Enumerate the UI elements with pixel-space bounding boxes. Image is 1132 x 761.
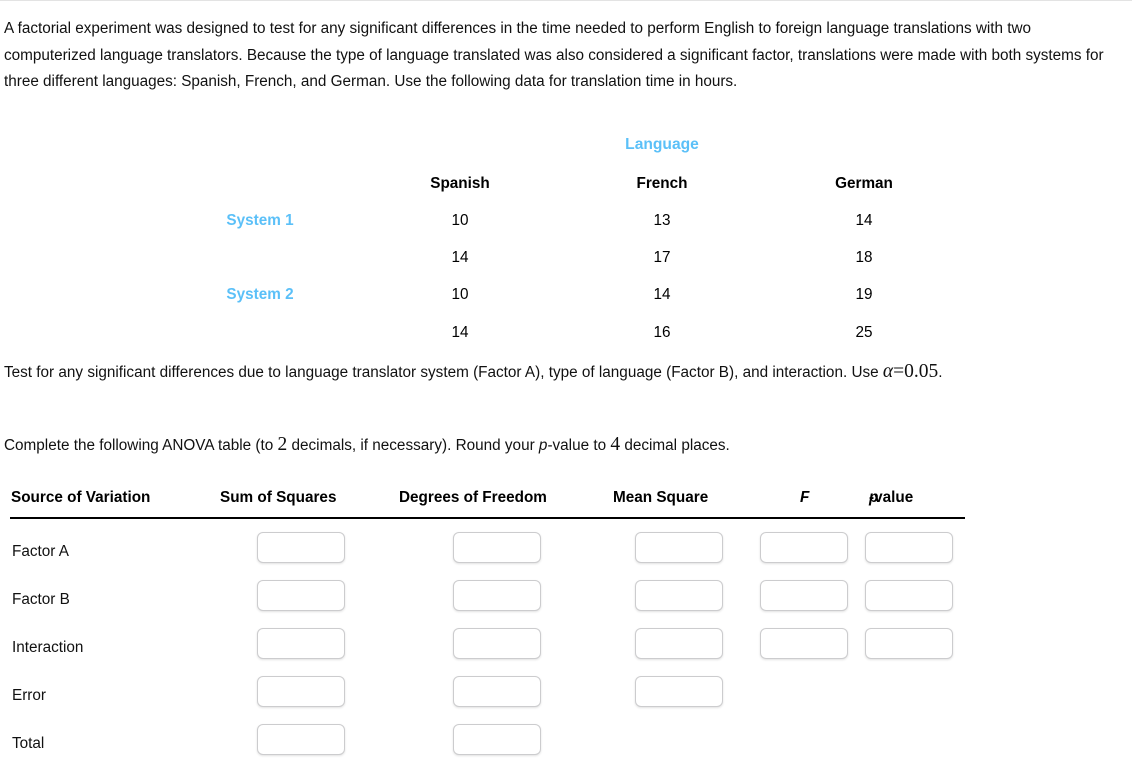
data-cell: 10 (451, 286, 469, 303)
test-instruction-line-2-prefix: interaction. Use (772, 364, 883, 381)
table-row: Total (0, 713, 1000, 761)
data-cell: 16 (653, 324, 671, 341)
row-label-factor-a: Factor A (12, 543, 69, 560)
data-table-group-header: Language (625, 136, 699, 153)
interaction-sum-of-squares-input[interactable] (257, 628, 345, 659)
header-sum-of-squares: Sum of Squares (220, 489, 337, 506)
row-label-interaction: Interaction (12, 639, 84, 656)
header-source-of-variation: Source of Variation (11, 489, 151, 506)
data-row-system2-first: System 2 10 14 19 (0, 286, 960, 323)
decimals-count: 2 (277, 434, 288, 455)
error-sum-of-squares-input[interactable] (257, 676, 345, 707)
data-cell: 19 (855, 286, 873, 303)
row-label-system-2: System 2 (226, 286, 294, 303)
table-row: Interaction (0, 617, 1000, 665)
column-header-french: French (636, 175, 688, 192)
factor-a-f-input[interactable] (760, 532, 848, 563)
table-row: Factor B (0, 569, 1000, 617)
test-instruction-period: . (938, 364, 943, 381)
row-label-total: Total (12, 735, 45, 752)
header-degrees-of-freedom: Degrees of Freedom (399, 489, 547, 506)
factor-b-mean-square-input[interactable] (635, 580, 723, 611)
data-row-system2-second: 14 16 25 (0, 324, 960, 361)
error-mean-square-input[interactable] (635, 676, 723, 707)
header-mean-square: Mean Square (613, 489, 709, 506)
header-p-value-suffix: -value (869, 489, 914, 506)
data-cell: 18 (855, 249, 873, 266)
factor-b-degrees-of-freedom-input[interactable] (453, 580, 541, 611)
row-label-factor-b: Factor B (12, 591, 70, 608)
data-cell: 14 (451, 249, 469, 266)
table-row: Factor A (0, 521, 1000, 569)
alpha-value: 0.05 (904, 361, 939, 382)
factor-b-sum-of-squares-input[interactable] (257, 580, 345, 611)
interaction-degrees-of-freedom-input[interactable] (453, 628, 541, 659)
header-f-statistic: F (800, 489, 810, 506)
anova-table: Source of Variation Sum of Squares Degre… (0, 489, 1000, 755)
interaction-p-value-input[interactable] (865, 628, 953, 659)
interaction-mean-square-input[interactable] (635, 628, 723, 659)
data-cell: 25 (855, 324, 873, 341)
factor-a-degrees-of-freedom-input[interactable] (453, 532, 541, 563)
factor-a-p-value-input[interactable] (865, 532, 953, 563)
anova-table-header-row: Source of Variation Sum of Squares Degre… (0, 489, 1000, 515)
rounding-instruction: Complete the following ANOVA table (to 2… (4, 433, 1064, 459)
page-top-divider (0, 0, 1132, 1)
data-table-column-headers: Spanish French German (0, 175, 960, 197)
error-degrees-of-freedom-input[interactable] (453, 676, 541, 707)
data-cell: 17 (653, 249, 671, 266)
alpha-symbol: α (882, 361, 894, 382)
column-header-german: German (835, 175, 893, 192)
complete-table-mid: decimals, if necessary). Round your (287, 437, 539, 454)
decimal-places-count: 4 (610, 434, 621, 455)
test-instruction-line-1: Test for any significant differences due… (4, 364, 769, 381)
table-row: Error (0, 665, 1000, 713)
factor-b-p-value-input[interactable] (865, 580, 953, 611)
data-row-system1-first: System 1 10 13 14 (0, 212, 960, 249)
anova-header-divider (10, 517, 965, 519)
data-row-system1-second: 14 17 18 (0, 249, 960, 286)
total-sum-of-squares-input[interactable] (257, 724, 345, 755)
total-degrees-of-freedom-input[interactable] (453, 724, 541, 755)
hypothesis-test-instruction: Test for any significant differences due… (4, 360, 1064, 386)
data-cell: 10 (451, 212, 469, 229)
column-header-spanish: Spanish (430, 175, 490, 192)
interaction-f-input[interactable] (760, 628, 848, 659)
factor-b-f-input[interactable] (760, 580, 848, 611)
factor-a-sum-of-squares-input[interactable] (257, 532, 345, 563)
data-cell: 14 (653, 286, 671, 303)
problem-statement: A factorial experiment was designed to t… (4, 20, 1104, 90)
data-cell: 14 (451, 324, 469, 341)
factor-a-mean-square-input[interactable] (635, 532, 723, 563)
data-cell: 14 (855, 212, 873, 229)
row-label-system-1: System 1 (226, 212, 294, 229)
complete-table-mid-2: -value to (547, 437, 611, 454)
alpha-equals-sign: = (893, 361, 905, 382)
data-cell: 13 (653, 212, 671, 229)
complete-table-prefix: Complete the following ANOVA table (to (4, 437, 278, 454)
row-label-error: Error (12, 687, 46, 704)
complete-table-suffix: decimal places. (620, 437, 730, 454)
